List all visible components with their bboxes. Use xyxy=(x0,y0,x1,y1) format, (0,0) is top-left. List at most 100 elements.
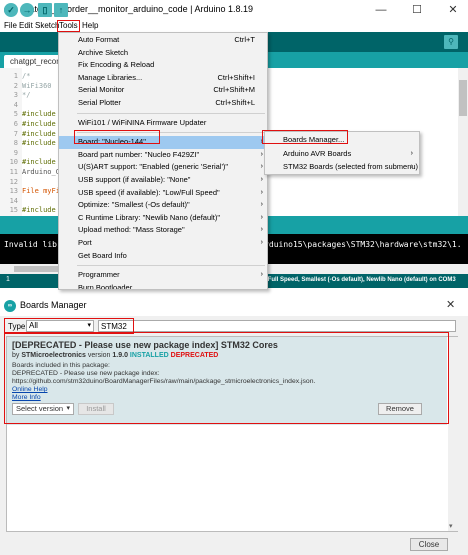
close-button[interactable]: Close xyxy=(410,538,448,551)
open-icon[interactable]: ↑ xyxy=(54,3,68,17)
version-number: 1.9.0 xyxy=(112,352,128,359)
arduino-logo-icon: ∞ xyxy=(4,300,16,312)
tools-menu-item[interactable]: Optimize: "Smallest (-Os default)" › xyxy=(59,199,267,212)
menu-bar: File Edit Sketch Tools Help xyxy=(0,20,468,32)
tools-menu-item[interactable]: Burn Bootloader xyxy=(59,282,267,290)
version-select[interactable]: Select version ▾ xyxy=(12,403,74,415)
code-line: #include xyxy=(22,206,56,215)
menu-item-label: Serial Plotter xyxy=(78,98,121,107)
boards-included-label: Boards included in this package: xyxy=(12,362,110,369)
tab-sketch[interactable]: chatgpt_record xyxy=(4,55,64,68)
tools-menu-item[interactable]: Manage Libraries... Ctrl+Shift+I xyxy=(59,72,267,85)
line-number: 15 xyxy=(9,206,18,215)
menu-item-label: Serial Monitor xyxy=(78,85,125,95)
maximize-button[interactable]: ☐ xyxy=(408,3,426,17)
line-number: 14 xyxy=(9,196,18,205)
scroll-down-icon[interactable]: ▾ xyxy=(449,522,453,530)
chevron-right-icon: › xyxy=(260,201,263,209)
tools-menu-item[interactable]: Port › xyxy=(59,237,267,250)
code-line: #include xyxy=(22,110,56,119)
tools-menu-item[interactable]: C Runtime Library: "Newlib Nano (default… xyxy=(59,212,267,225)
chevron-right-icon: › xyxy=(260,239,263,246)
menu-file[interactable]: File xyxy=(3,20,18,32)
line-number: 2 xyxy=(13,81,18,90)
menu-item-label: C Runtime Library: "Newlib Nano (default… xyxy=(78,212,221,222)
code-line: /* xyxy=(22,72,31,80)
tools-menu-item[interactable]: U(S)ART support: "Enabled (generic 'Seri… xyxy=(59,161,267,174)
line-number: 1 xyxy=(13,72,18,80)
code-line: File myFi xyxy=(22,187,60,196)
close-icon[interactable]: ✕ xyxy=(446,298,455,311)
code-line: #include xyxy=(22,129,56,138)
installed-badge: INSTALLED xyxy=(129,352,169,359)
entry-description: DEPRECATED - Please use new package inde… xyxy=(12,370,160,377)
line-number: 8 xyxy=(13,139,18,148)
menu-item-label: Fix Encoding & Reload xyxy=(78,60,155,70)
menu-item-label: Burn Bootloader xyxy=(78,282,133,290)
chevron-right-icon: › xyxy=(410,149,413,157)
minimize-button[interactable]: — xyxy=(372,3,390,17)
tools-menu-item[interactable]: WiFi101 / WiFiNINA Firmware Updater xyxy=(59,117,267,130)
menu-tools[interactable]: Tools xyxy=(57,20,80,32)
code-line: */ xyxy=(22,91,31,100)
chevron-right-icon: › xyxy=(260,226,263,234)
chevron-right-icon: › xyxy=(260,271,263,279)
tools-menu-item[interactable]: Upload method: "Mass Storage" › xyxy=(59,224,267,237)
line-number: 3 xyxy=(13,91,18,100)
verify-icon[interactable]: ✓ xyxy=(4,3,18,17)
code-line: #include xyxy=(22,120,56,128)
version-text: version xyxy=(85,352,113,359)
line-number: 6 xyxy=(13,120,18,128)
line-number: 4 xyxy=(13,100,18,109)
menu-item-label: U(S)ART support: "Enabled (generic 'Seri… xyxy=(78,162,229,172)
tools-menu-item[interactable]: Auto Format Ctrl+T xyxy=(59,34,267,47)
tools-menu-item[interactable]: Fix Encoding & Reload xyxy=(59,59,267,72)
menu-item-label: Board part number: "Nucleo F429ZI" xyxy=(78,149,200,159)
chevron-right-icon: › xyxy=(410,163,413,170)
search-input[interactable] xyxy=(98,320,456,332)
tools-menu-item[interactable]: USB speed (if available): "Low/Full Spee… xyxy=(59,187,267,200)
magnifier-icon[interactable]: ⚲ xyxy=(444,35,458,49)
upload-icon[interactable]: → xyxy=(20,3,34,17)
more-info-link[interactable]: More Info xyxy=(12,394,41,401)
menu-item-shortcut: Ctrl+Shift+L xyxy=(215,98,255,107)
chevron-down-icon: ▾ xyxy=(66,405,70,412)
remove-button[interactable]: Remove xyxy=(378,403,422,415)
close-window-button[interactable]: ✕ xyxy=(444,3,462,17)
chevron-right-icon: › xyxy=(260,163,263,171)
new-icon[interactable]: ▯ xyxy=(38,3,52,17)
tools-menu-item[interactable]: Archive Sketch xyxy=(59,47,267,60)
editor-scroll-thumb[interactable] xyxy=(459,80,467,116)
board-submenu-item[interactable]: Arduino AVR Boards › xyxy=(265,147,419,160)
menu-item-shortcut: Ctrl+Shift+I xyxy=(217,72,255,82)
by-prefix: by xyxy=(12,352,22,359)
board-submenu-item[interactable]: STM32 Boards (selected from submenu) › xyxy=(265,160,419,173)
install-button[interactable]: Install xyxy=(78,403,114,415)
code-line: #include xyxy=(22,158,56,167)
online-help-link[interactable]: Online Help xyxy=(12,386,48,393)
code-line: Arduino_G xyxy=(22,168,60,176)
menu-item-label: Auto Format xyxy=(78,35,120,44)
line-number: 13 xyxy=(9,187,18,196)
menu-separator xyxy=(77,112,265,114)
line-number: 12 xyxy=(9,177,18,186)
tools-menu-item[interactable]: Serial Plotter Ctrl+Shift+L xyxy=(59,97,267,110)
menu-help[interactable]: Help xyxy=(81,20,99,32)
author-name: STMicroelectronics xyxy=(21,352,86,359)
line-number: 11 xyxy=(9,168,18,176)
tools-menu-item[interactable]: Programmer › xyxy=(59,269,267,282)
tools-menu-item[interactable]: Serial Monitor Ctrl+Shift+M xyxy=(59,84,267,97)
line-number: 9 xyxy=(13,148,18,157)
entry-url: https://github.com/stm32duino/BoardManag… xyxy=(12,378,316,385)
tools-menu-item[interactable]: USB support (if available): "None" › xyxy=(59,174,267,187)
tools-menu-item[interactable]: Get Board Info xyxy=(59,250,267,263)
list-scrollbar[interactable] xyxy=(448,337,458,531)
tools-menu-item[interactable]: Board part number: "Nucleo F429ZI" › xyxy=(59,149,267,162)
status-board-info: /Full Speed, Smallest (-Os default), New… xyxy=(266,277,456,283)
chevron-right-icon: › xyxy=(260,176,263,183)
menu-separator xyxy=(77,265,265,267)
submenu-item-label: Arduino AVR Boards xyxy=(283,148,352,158)
menu-item-label: Programmer xyxy=(78,270,120,280)
menu-item-label: WiFi101 / WiFiNINA Firmware Updater xyxy=(78,117,207,127)
menu-edit[interactable]: Edit xyxy=(18,20,34,32)
